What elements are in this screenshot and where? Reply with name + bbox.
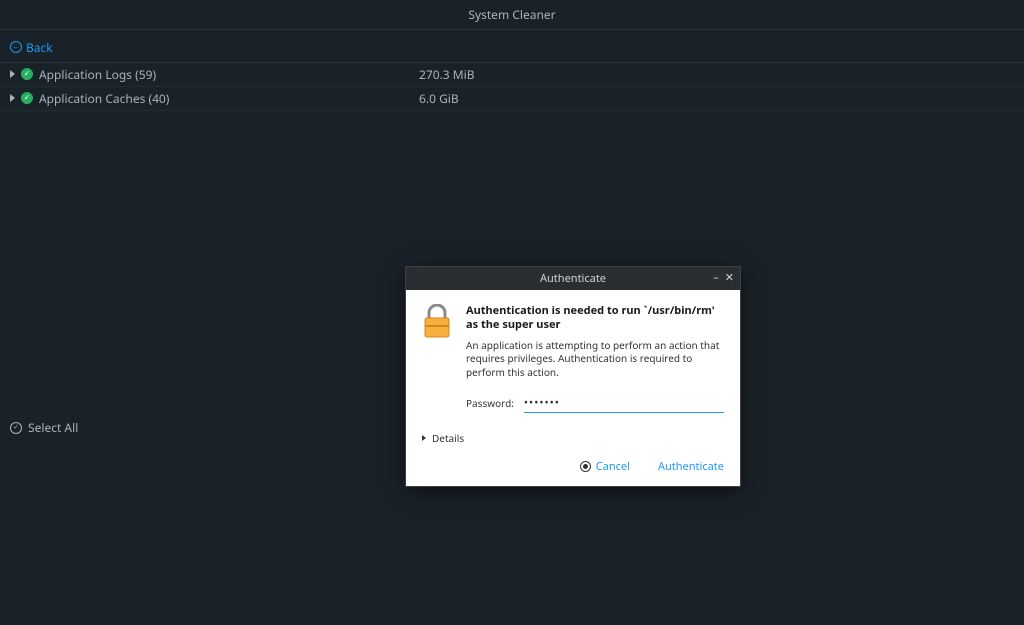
dialog-heading: Authentication is needed to run `/usr/bi… [466, 304, 724, 333]
list-item-size: 6.0 GiB [419, 90, 1014, 107]
back-arrow-icon: ← [10, 41, 22, 53]
minimize-icon[interactable]: – [713, 270, 719, 285]
list-item-size: 270.3 MiB [419, 66, 1014, 83]
password-input[interactable] [524, 393, 724, 413]
window-title: System Cleaner [0, 0, 1024, 30]
select-all-label: Select All [28, 419, 78, 436]
authenticate-button[interactable]: Authenticate [658, 459, 724, 474]
chevron-right-icon [10, 94, 15, 102]
dialog-body: Authentication is needed to run `/usr/bi… [406, 290, 740, 486]
select-all-button[interactable]: ✓ Select All [10, 419, 78, 436]
password-label: Password: [466, 396, 514, 410]
details-toggle[interactable]: Details [422, 431, 724, 445]
close-icon[interactable]: ✕ [725, 270, 734, 285]
list-item-label: Application Logs (59) [39, 66, 419, 83]
content-list: ✓ Application Logs (59) 270.3 MiB ✓ Appl… [0, 63, 1024, 111]
dialog-titlebar[interactable]: Authenticate – ✕ [406, 267, 740, 290]
cancel-label: Cancel [596, 459, 630, 474]
dialog-description: An application is attempting to perform … [466, 339, 724, 380]
chevron-right-icon [10, 70, 15, 78]
dialog-title: Authenticate [540, 271, 606, 286]
auth-dialog: Authenticate – ✕ Authentication is neede… [405, 266, 741, 487]
cancel-button[interactable]: Cancel [580, 459, 630, 474]
check-icon[interactable]: ✓ [21, 68, 33, 80]
back-button[interactable]: ← Back [10, 39, 53, 56]
back-label: Back [26, 39, 53, 56]
chevron-right-icon [422, 435, 426, 441]
list-item-label: Application Caches (40) [39, 90, 419, 107]
check-outline-icon: ✓ [10, 422, 22, 434]
cancel-icon [580, 461, 591, 472]
list-item[interactable]: ✓ Application Caches (40) 6.0 GiB [0, 87, 1024, 111]
details-label: Details [432, 431, 464, 445]
toolbar: ← Back [0, 30, 1024, 63]
check-icon[interactable]: ✓ [21, 92, 33, 104]
lock-icon [422, 304, 452, 413]
list-item[interactable]: ✓ Application Logs (59) 270.3 MiB [0, 63, 1024, 87]
